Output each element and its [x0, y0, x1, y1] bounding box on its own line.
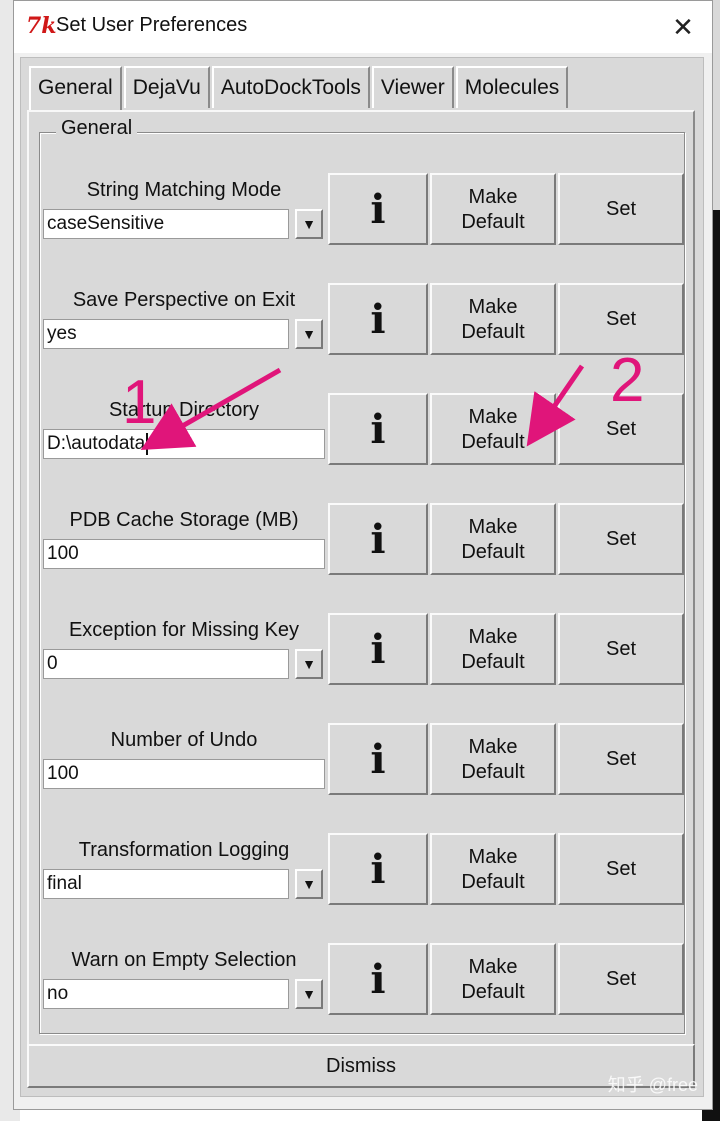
make-default-button[interactable]: Make Default	[430, 613, 556, 685]
dismiss-button[interactable]: Dismiss	[27, 1044, 695, 1088]
info-button[interactable]: i	[328, 723, 428, 795]
startup-directory-input[interactable]: D:\autodata	[43, 429, 325, 459]
info-icon: i	[370, 736, 386, 783]
info-icon: i	[370, 626, 386, 673]
dropdown-arrow-icon[interactable]: ▼	[295, 649, 323, 679]
preference-row-string-matching: String Matching Mode caseSensitive ▼ i M…	[40, 171, 686, 281]
preference-label: Number of Undo	[110, 729, 258, 751]
info-icon: i	[370, 296, 386, 343]
warn-empty-selection-combobox[interactable]: no	[43, 979, 289, 1009]
make-default-button[interactable]: Make Default	[430, 723, 556, 795]
make-default-button[interactable]: Make Default	[430, 503, 556, 575]
tab-molecules[interactable]: Molecules	[455, 66, 569, 108]
tab-dejavu[interactable]: DejaVu	[123, 66, 210, 108]
info-icon: i	[370, 516, 386, 563]
info-button[interactable]: i	[328, 393, 428, 465]
set-button[interactable]: Set	[558, 833, 684, 905]
make-default-button[interactable]: Make Default	[430, 173, 556, 245]
set-button[interactable]: Set	[558, 283, 684, 355]
info-icon: i	[370, 186, 386, 233]
annotation-marker-2: 2	[610, 346, 645, 415]
general-group-box: General String Matching Mode caseSensiti…	[39, 117, 686, 1034]
annotation-marker-1: 1	[122, 368, 157, 437]
info-button[interactable]: i	[328, 943, 428, 1015]
window-title: Set User Preferences	[56, 14, 248, 36]
preference-label: Transformation Logging	[78, 839, 290, 861]
close-button[interactable]: ✕	[654, 1, 712, 53]
info-icon: i	[370, 846, 386, 893]
preference-row-number-of-undo: Number of Undo 100 i Make Default Set	[40, 721, 686, 831]
set-button[interactable]: Set	[558, 943, 684, 1015]
preference-row-missing-key: Exception for Missing Key 0 ▼ i Make Defa…	[40, 611, 686, 721]
info-button[interactable]: i	[328, 173, 428, 245]
make-default-button[interactable]: Make Default	[430, 283, 556, 355]
set-button[interactable]: Set	[558, 503, 684, 575]
info-icon: i	[370, 406, 386, 453]
tab-bar: General DejaVu AutoDockTools Viewer Mole…	[29, 66, 570, 111]
pdb-cache-input[interactable]: 100	[43, 539, 325, 569]
preference-row-pdb-cache: PDB Cache Storage (MB) 100 i Make Default…	[40, 501, 686, 611]
preference-row-transformation-logging: Transformation Logging final ▼ i Make Def…	[40, 831, 686, 941]
make-default-button[interactable]: Make Default	[430, 393, 556, 465]
save-perspective-combobox[interactable]: yes	[43, 319, 289, 349]
set-button[interactable]: Set	[558, 173, 684, 245]
dropdown-arrow-icon[interactable]: ▼	[295, 869, 323, 899]
preference-label: Exception for Missing Key	[68, 619, 300, 641]
preference-label: Warn on Empty Selection	[71, 949, 297, 971]
dropdown-arrow-icon[interactable]: ▼	[295, 319, 323, 349]
missing-key-combobox[interactable]: 0	[43, 649, 289, 679]
dropdown-arrow-icon[interactable]: ▼	[295, 209, 323, 239]
tab-general[interactable]: General	[29, 66, 122, 111]
transformation-logging-combobox[interactable]: final	[43, 869, 289, 899]
set-button[interactable]: Set	[558, 723, 684, 795]
preference-label: String Matching Mode	[86, 179, 282, 201]
tab-autodocktools[interactable]: AutoDockTools	[211, 66, 370, 108]
preferences-dialog: 7k Set User Preferences ✕ General DejaVu…	[13, 0, 713, 1110]
preference-label: Save Perspective on Exit	[72, 289, 296, 311]
info-icon: i	[370, 956, 386, 1003]
watermark: 知乎 @free	[607, 1075, 698, 1095]
info-button[interactable]: i	[328, 613, 428, 685]
make-default-button[interactable]: Make Default	[430, 943, 556, 1015]
info-button[interactable]: i	[328, 503, 428, 575]
string-matching-combobox[interactable]: caseSensitive	[43, 209, 289, 239]
set-button[interactable]: Set	[558, 613, 684, 685]
preference-label: Startup Directory	[108, 399, 260, 421]
make-default-button[interactable]: Make Default	[430, 833, 556, 905]
group-label: General	[56, 117, 138, 140]
info-button[interactable]: i	[328, 283, 428, 355]
number-of-undo-input[interactable]: 100	[43, 759, 325, 789]
dialog-client-area: General DejaVu AutoDockTools Viewer Mole…	[20, 57, 704, 1097]
tab-viewer[interactable]: Viewer	[371, 66, 454, 108]
general-tab-panel: General String Matching Mode caseSensiti…	[27, 110, 695, 1048]
title-bar: 7k Set User Preferences ✕	[14, 1, 712, 53]
info-button[interactable]: i	[328, 833, 428, 905]
tk-logo-icon: 7k	[26, 13, 57, 39]
preference-label: PDB Cache Storage (MB)	[69, 509, 299, 531]
preference-row-warn-empty-selection: Warn on Empty Selection no ▼ i Make Defau…	[40, 941, 686, 1051]
dropdown-arrow-icon[interactable]: ▼	[295, 979, 323, 1009]
